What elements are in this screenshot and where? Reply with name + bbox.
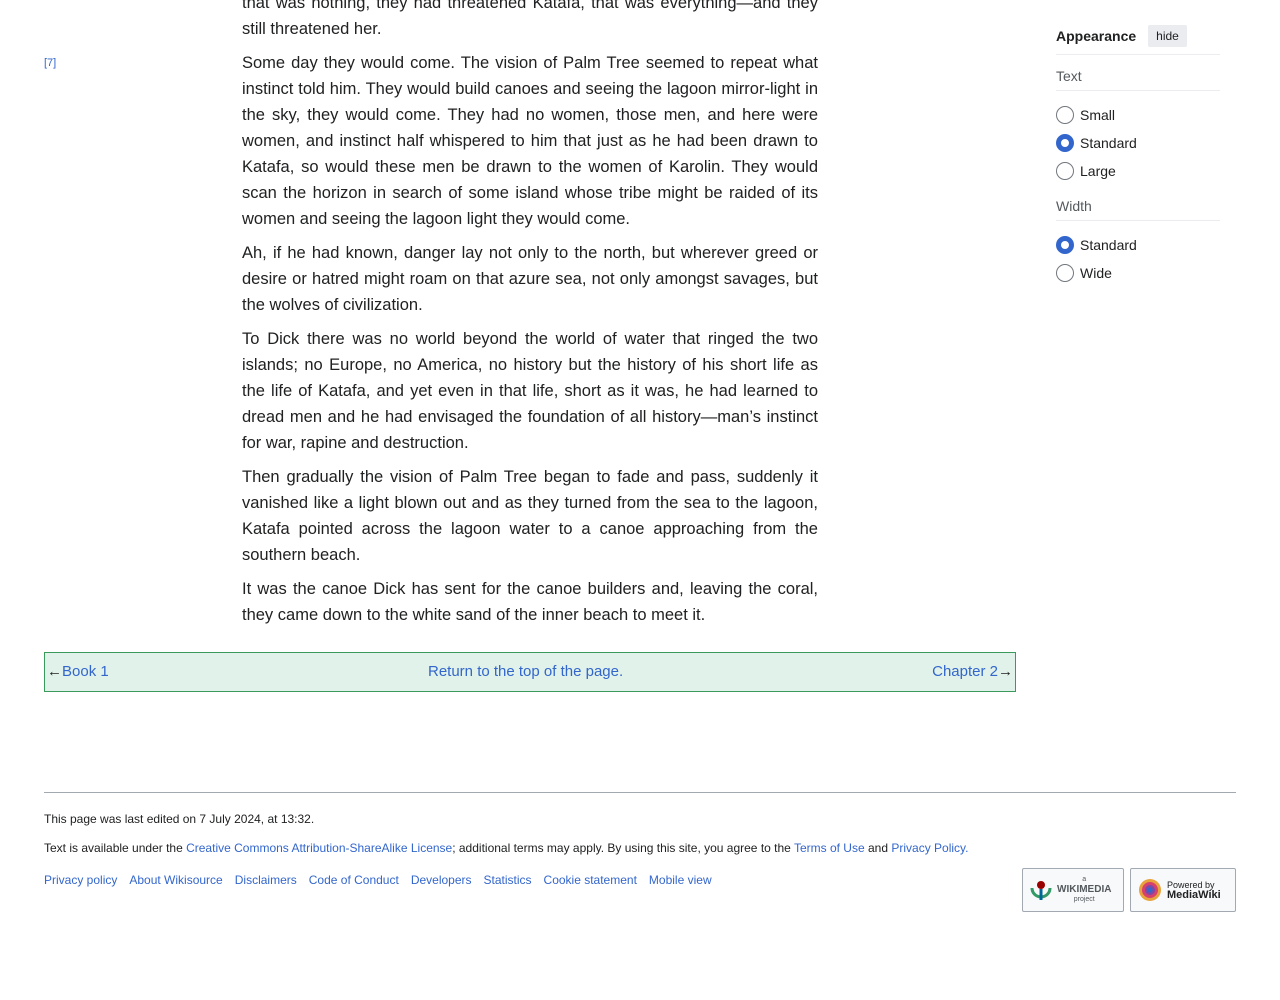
width-wide-option[interactable]: Wide bbox=[1056, 259, 1220, 287]
radio-label: Wide bbox=[1080, 265, 1112, 281]
wikimedia-badge-text: a WIKIMEDIA project bbox=[1057, 876, 1112, 903]
back-to-top-link[interactable]: Return to the top of the page. bbox=[428, 663, 623, 680]
footer-link-about[interactable]: About Wikisource bbox=[129, 873, 222, 887]
paragraph: It was the canoe Dick has sent for the c… bbox=[242, 580, 818, 624]
radio-icon[interactable] bbox=[1056, 264, 1074, 282]
paragraph: To Dick there was no world beyond the wo… bbox=[242, 330, 818, 452]
appearance-title: Appearance bbox=[1056, 28, 1137, 44]
chapter-text: that was nothing, they had threatened Ka… bbox=[242, 0, 818, 636]
paragraph: Then gradually the vision of Palm Tree b… bbox=[242, 468, 818, 564]
wikimedia-logo-icon bbox=[1030, 881, 1052, 900]
width-standard-option[interactable]: Standard bbox=[1056, 231, 1220, 259]
next-nav: Chapter 2→ bbox=[932, 663, 1013, 680]
radio-checked-icon[interactable] bbox=[1056, 134, 1074, 152]
license-middle: ; additional terms may apply. By using t… bbox=[452, 841, 794, 855]
paragraph: that was nothing, they had threatened Ka… bbox=[242, 0, 818, 38]
footer-link-disclaimers[interactable]: Disclaimers bbox=[235, 873, 297, 887]
and-text: and bbox=[864, 841, 892, 855]
cc-license-link[interactable]: Creative Commons Attribution-ShareAlike … bbox=[186, 841, 452, 855]
radio-label: Standard bbox=[1080, 237, 1137, 253]
right-arrow-icon: → bbox=[998, 663, 1013, 680]
license-prefix: Text is available under the bbox=[44, 841, 187, 855]
footer-link-privacy[interactable]: Privacy policy bbox=[44, 873, 117, 887]
footer-divider bbox=[44, 792, 1236, 793]
radio-label: Standard bbox=[1080, 135, 1137, 151]
radio-label: Small bbox=[1080, 107, 1116, 123]
text-size-options: Small Standard Large bbox=[1056, 101, 1220, 185]
wikimedia-project-badge[interactable]: a WIKIMEDIA project bbox=[1022, 868, 1124, 912]
text-size-heading: Text bbox=[1056, 68, 1220, 91]
powered-by-mediawiki-badge[interactable]: Powered by MediaWiki bbox=[1130, 868, 1236, 912]
privacy-policy-link[interactable]: Privacy Policy. bbox=[891, 841, 968, 855]
terms-of-use-link[interactable]: Terms of Use bbox=[794, 841, 865, 855]
hide-button[interactable]: hide bbox=[1148, 25, 1187, 47]
radio-label: Large bbox=[1080, 163, 1116, 179]
text-size-large-option[interactable]: Large bbox=[1056, 157, 1220, 185]
footer-link-statistics[interactable]: Statistics bbox=[484, 873, 532, 887]
width-heading: Width bbox=[1056, 198, 1220, 221]
footer-link-mobile-view[interactable]: Mobile view bbox=[649, 873, 712, 887]
divider bbox=[1056, 54, 1220, 55]
next-chapter-link[interactable]: Chapter 2 bbox=[932, 663, 998, 680]
width-options: Standard Wide bbox=[1056, 231, 1220, 287]
radio-icon[interactable] bbox=[1056, 162, 1074, 180]
radio-icon[interactable] bbox=[1056, 106, 1074, 124]
appearance-panel: Appearance hide Text Small Standard Larg… bbox=[1056, 24, 1220, 287]
footer-links: Privacy policy About Wikisource Disclaim… bbox=[44, 873, 712, 887]
paragraph: Ah, if he had known, danger lay not only… bbox=[242, 244, 818, 314]
prev-chapter-link[interactable]: Book 1 bbox=[62, 663, 109, 680]
footer-link-code-of-conduct[interactable]: Code of Conduct bbox=[309, 873, 399, 887]
footer-link-developers[interactable]: Developers bbox=[411, 873, 472, 887]
license-text: Text is available under the Creative Com… bbox=[44, 841, 969, 855]
page-marker-link[interactable]: [7] bbox=[44, 57, 56, 69]
mediawiki-badge-text: Powered by MediaWiki bbox=[1167, 880, 1221, 901]
chapter-navigation: ←Book 1 Return to the top of the page. C… bbox=[44, 652, 1016, 692]
appearance-header: Appearance hide bbox=[1056, 24, 1220, 48]
text-size-standard-option[interactable]: Standard bbox=[1056, 129, 1220, 157]
last-edited-text: This page was last edited on 7 July 2024… bbox=[44, 812, 315, 826]
mediawiki-sunflower-icon bbox=[1139, 879, 1161, 901]
paragraph: Some day they would come. The vision of … bbox=[242, 54, 818, 228]
radio-checked-icon[interactable] bbox=[1056, 236, 1074, 254]
footer-link-cookie[interactable]: Cookie statement bbox=[544, 873, 637, 887]
prev-nav: ←Book 1 bbox=[47, 663, 109, 680]
text-size-small-option[interactable]: Small bbox=[1056, 101, 1220, 129]
left-arrow-icon: ← bbox=[47, 663, 62, 680]
